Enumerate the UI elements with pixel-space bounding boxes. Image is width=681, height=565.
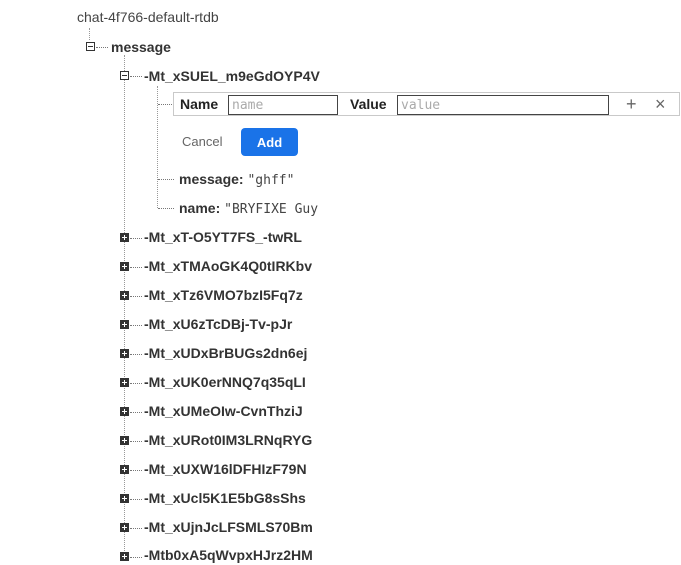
- node-key[interactable]: -Mt_xURot0IM3LRNqRYG: [144, 432, 312, 448]
- field-key: name:: [179, 200, 221, 216]
- name-input[interactable]: [228, 95, 338, 115]
- tree-connector: [130, 557, 142, 559]
- tree-connector: [158, 179, 174, 181]
- cancel-button[interactable]: Cancel: [176, 132, 228, 151]
- tree-connector: [89, 28, 91, 40]
- expand-toggle-icon[interactable]: [120, 494, 129, 503]
- field-key: message:: [179, 171, 244, 187]
- tree-connector: [158, 208, 174, 210]
- tree-connector: [130, 412, 142, 414]
- close-icon[interactable]: ×: [655, 94, 666, 114]
- tree-connector: [124, 55, 126, 553]
- plus-icon[interactable]: +: [626, 94, 637, 114]
- node-key[interactable]: -Mt_xUcl5K1E5bG8sShs: [144, 490, 306, 506]
- tree-connector: [130, 354, 142, 356]
- tree-connector: [130, 296, 142, 298]
- expand-toggle-icon[interactable]: [120, 233, 129, 242]
- tree-connector: [130, 528, 142, 530]
- value-field-label: Value: [350, 96, 387, 112]
- expand-toggle-icon[interactable]: [120, 436, 129, 445]
- expand-toggle-icon[interactable]: [120, 465, 129, 474]
- tree-connector: [130, 267, 142, 269]
- field-row[interactable]: message: "ghff": [179, 171, 294, 188]
- node-key[interactable]: -Mt_xTMAoGK4Q0tIRKbv: [144, 258, 312, 274]
- node-key[interactable]: -Mt_xU6zTcDBj-Tv-pJr: [144, 316, 292, 332]
- tree-connector: [130, 470, 142, 472]
- field-row[interactable]: name: "BRYFIXE Guy: [179, 200, 318, 217]
- tree-connector: [158, 104, 172, 106]
- database-root-label[interactable]: chat-4f766-default-rtdb: [77, 9, 219, 25]
- collapse-toggle-icon[interactable]: [120, 71, 129, 80]
- node-key[interactable]: -Mt_xUMeOIw-CvnThziJ: [144, 403, 303, 419]
- node-key[interactable]: -Mtb0xA5qWvpxHJrz2HM: [144, 547, 313, 563]
- tree-connector: [130, 499, 142, 501]
- name-field-label: Name: [180, 96, 219, 112]
- expand-toggle-icon[interactable]: [120, 552, 129, 561]
- node-key[interactable]: -Mt_xTz6VMO7bzI5Fq7z: [144, 287, 303, 303]
- collapse-toggle-icon[interactable]: [86, 42, 95, 51]
- expand-toggle-icon[interactable]: [120, 523, 129, 532]
- field-value: "BRYFIXE Guy: [224, 202, 319, 217]
- value-input[interactable]: [397, 95, 609, 115]
- tree-connector: [130, 238, 142, 240]
- tree-connector: [130, 76, 142, 78]
- expand-toggle-icon[interactable]: [120, 378, 129, 387]
- node-key[interactable]: -Mt_xUjnJcLFSMLS70Bm: [144, 519, 313, 535]
- node-key-message[interactable]: message: [111, 39, 171, 55]
- tree-connector: [130, 383, 142, 385]
- expand-toggle-icon[interactable]: [120, 291, 129, 300]
- tree-connector: [130, 325, 142, 327]
- node-key[interactable]: -Mt_xUDxBrBUGs2dn6ej: [144, 345, 307, 361]
- add-button[interactable]: Add: [241, 128, 298, 156]
- expand-toggle-icon[interactable]: [120, 262, 129, 271]
- tree-connector: [96, 47, 108, 49]
- expand-toggle-icon[interactable]: [120, 320, 129, 329]
- node-key[interactable]: -Mt_xT-O5YT7FS_-twRL: [144, 229, 302, 245]
- node-key[interactable]: -Mt_xUXW16lDFHIzF79N: [144, 461, 307, 477]
- expand-toggle-icon[interactable]: [120, 349, 129, 358]
- tree-connector: [130, 441, 142, 443]
- expand-toggle-icon[interactable]: [120, 407, 129, 416]
- add-child-editor: Name Value + ×: [173, 92, 680, 116]
- field-value: "ghff": [247, 173, 295, 188]
- node-key[interactable]: -Mt_xUK0erNNQ7q35qLI: [144, 374, 306, 390]
- node-key-expanded[interactable]: -Mt_xSUEL_m9eGdOYP4V: [144, 68, 320, 84]
